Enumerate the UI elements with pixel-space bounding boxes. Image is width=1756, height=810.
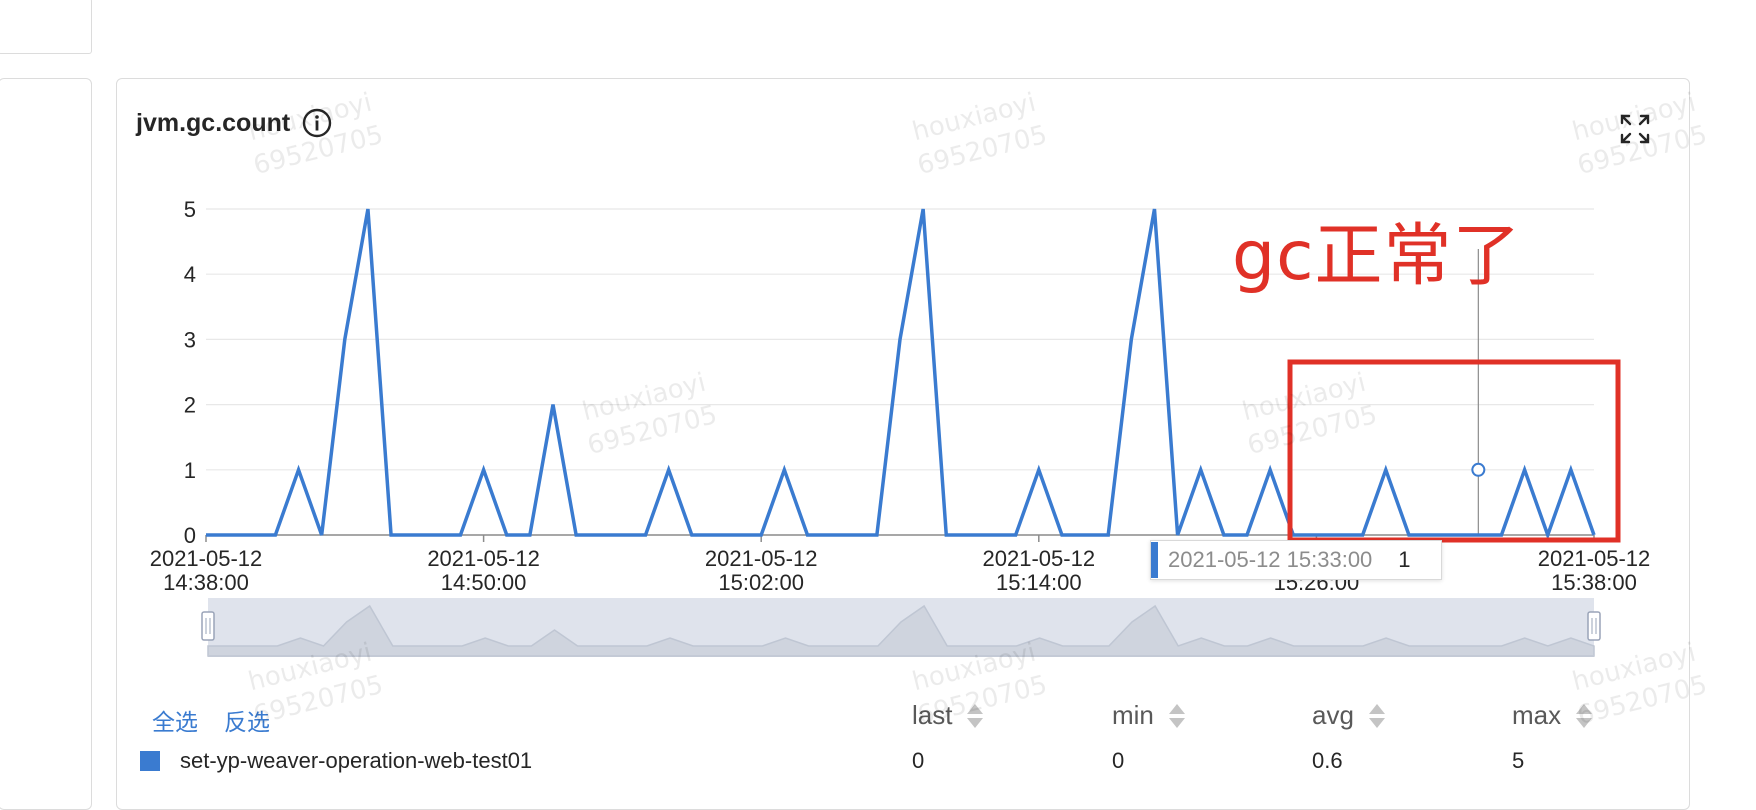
series-min-value: 0: [1112, 748, 1125, 773]
x-tick-label-date: 2021-05-12: [150, 546, 263, 571]
series-max-value: 5: [1512, 748, 1525, 773]
x-tick-label-date: 2021-05-12: [427, 546, 540, 571]
column-label: min: [1112, 700, 1154, 730]
annotation-box: [1287, 359, 1621, 543]
tooltip-swatch: [1151, 542, 1158, 578]
sort-icon[interactable]: [1168, 701, 1186, 731]
sort-icon[interactable]: [966, 701, 984, 731]
x-tick-label-time: 15:14:00: [996, 570, 1082, 595]
range-handle[interactable]: [1587, 611, 1601, 641]
y-tick-label: 2: [184, 393, 196, 418]
tooltip-value: 1: [1398, 547, 1411, 572]
x-tick-label-time: 15:38:00: [1551, 570, 1637, 595]
x-tick-label-date: 2021-05-12: [983, 546, 1096, 571]
y-tick-label: 5: [184, 197, 196, 222]
series-avg-value: 0.6: [1312, 748, 1343, 773]
range-handle[interactable]: [201, 611, 215, 641]
sort-icon[interactable]: [1368, 701, 1386, 731]
sort-icon[interactable]: [1575, 701, 1593, 731]
series-color-swatch: [140, 751, 160, 771]
column-header-avg[interactable]: avg: [1312, 700, 1386, 731]
series-last-value: 0: [912, 748, 925, 773]
annotation-text: gc正常了: [1232, 217, 1522, 296]
chart-tooltip: 2021-05-12 15:33:00 1: [1150, 540, 1442, 580]
y-tick-label: 1: [184, 458, 196, 483]
legend-actions: 全选 反选: [152, 703, 270, 737]
legend-series-item[interactable]: set-yp-weaver-operation-web-test01: [140, 748, 532, 774]
y-tick-label: 4: [184, 262, 196, 287]
y-tick-label: 0: [184, 523, 196, 548]
x-tick-label-time: 14:38:00: [163, 570, 249, 595]
tooltip-time: 2021-05-12 15:33:00: [1168, 547, 1373, 572]
x-tick-label-date: 2021-05-12: [1538, 546, 1651, 571]
x-tick-label-time: 15:02:00: [718, 570, 804, 595]
chart[interactable]: 0123452021-05-1214:38:002021-05-1214:50:…: [0, 0, 1756, 792]
invert-selection-link[interactable]: 反选: [224, 703, 270, 737]
column-header-min[interactable]: min: [1112, 700, 1186, 731]
column-header-last[interactable]: last: [912, 700, 984, 731]
column-header-max[interactable]: max: [1512, 700, 1593, 731]
x-tick-label-time: 14:50:00: [441, 570, 527, 595]
select-all-link[interactable]: 全选: [152, 703, 198, 737]
column-label: avg: [1312, 700, 1354, 730]
series-name: set-yp-weaver-operation-web-test01: [180, 748, 533, 773]
x-tick-label-date: 2021-05-12: [705, 546, 818, 571]
highlight-point: [1471, 462, 1486, 477]
y-tick-label: 3: [184, 327, 196, 352]
column-label: max: [1512, 700, 1562, 730]
column-label: last: [912, 700, 953, 730]
